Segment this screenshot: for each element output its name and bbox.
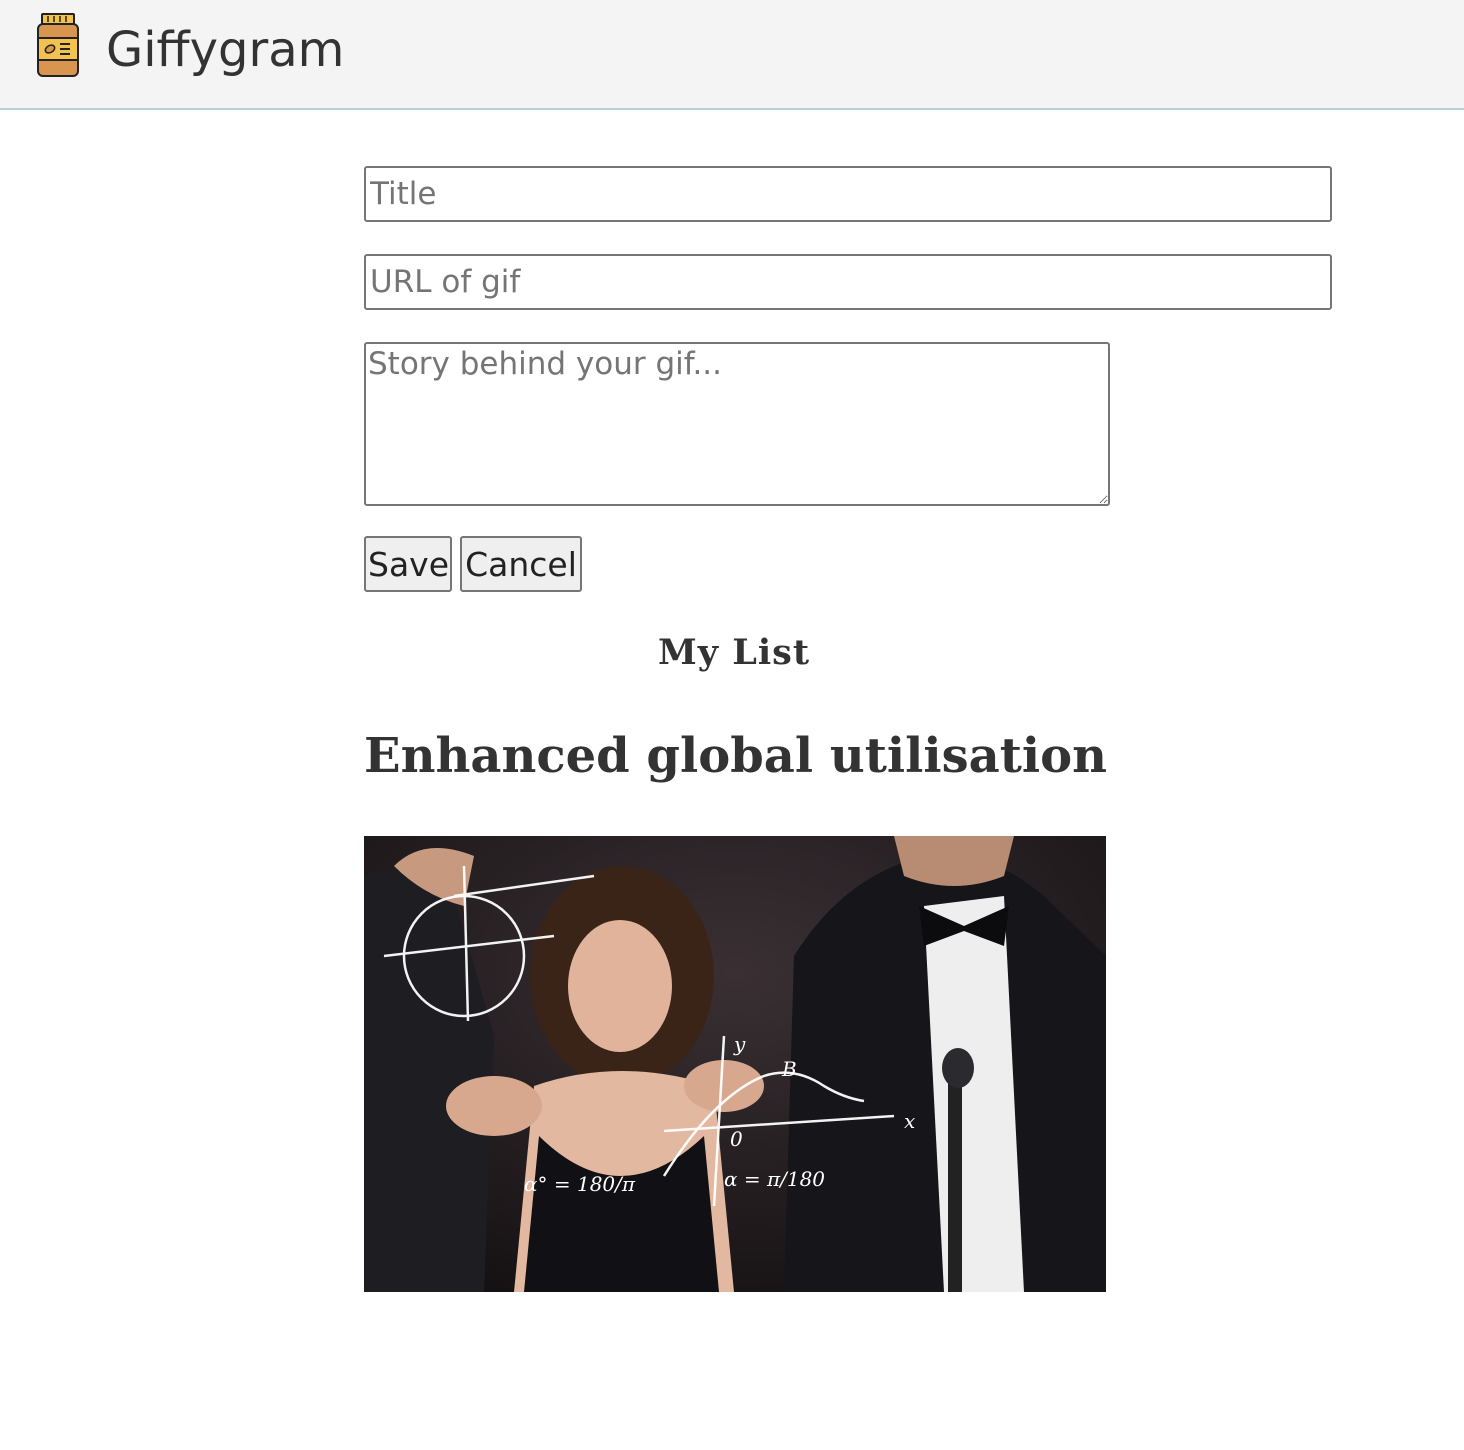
svg-text:x: x <box>904 1109 915 1133</box>
list-heading: My List <box>657 632 811 673</box>
story-textarea[interactable] <box>364 342 1110 506</box>
title-input[interactable] <box>364 166 1332 222</box>
svg-text:B: B <box>781 1057 797 1081</box>
svg-text:y: y <box>733 1032 746 1056</box>
cancel-button[interactable]: Cancel <box>460 536 582 592</box>
jar-icon[interactable] <box>36 12 80 78</box>
svg-text:0: 0 <box>730 1127 743 1151</box>
svg-text:α = π/180: α = π/180 <box>724 1167 825 1191</box>
save-button[interactable]: Save <box>364 536 452 592</box>
app-brand[interactable]: Giffygram <box>106 22 344 78</box>
entry-title: Enhanced global utilisation <box>364 728 1108 784</box>
gif-url-input[interactable] <box>364 254 1332 310</box>
svg-text:α° = 180/π: α° = 180/π <box>524 1172 636 1196</box>
app-header: Giffygram <box>0 0 1464 110</box>
gif-image: y x B 0 α° = 180/π α = π/180 <box>364 836 1106 1292</box>
